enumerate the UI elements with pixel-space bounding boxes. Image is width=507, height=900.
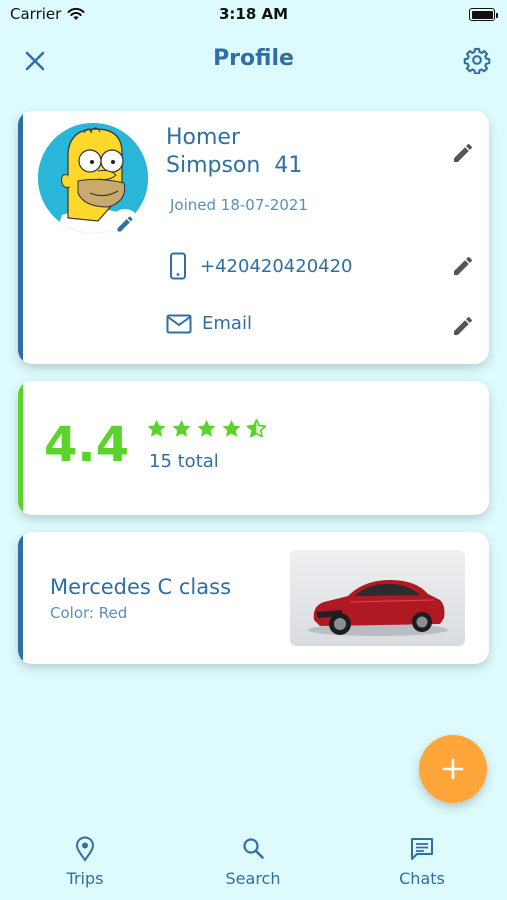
nav-label-trips: Trips — [66, 869, 104, 888]
pencil-icon — [117, 216, 133, 232]
car-name: Mercedes C class — [50, 575, 232, 599]
car-card[interactable]: Mercedes C class Color: Red — [18, 532, 489, 664]
car-image — [290, 550, 465, 646]
add-button[interactable] — [419, 735, 487, 803]
email-label: Email — [202, 313, 252, 334]
phone-number: +420420420420 — [200, 255, 353, 277]
nav-item-search[interactable]: Search — [193, 836, 313, 888]
rating-card[interactable]: 4.4 15 total — [18, 381, 489, 515]
rating-total: 15 total — [149, 451, 219, 472]
status-bar: Carrier 3:18 AM — [0, 0, 507, 30]
rating-value: 4.4 — [44, 417, 130, 473]
star-rating — [145, 418, 268, 440]
search-icon — [243, 838, 264, 859]
nav-label-chats: Chats — [399, 869, 445, 888]
gear-icon — [463, 47, 491, 75]
battery-icon — [469, 8, 498, 21]
star-icon — [222, 419, 241, 437]
age: 41 — [274, 153, 303, 178]
edit-phone-button[interactable] — [451, 254, 475, 278]
pencil-icon — [454, 144, 472, 162]
star-icon — [197, 419, 216, 437]
bottom-nav: Trips Search Chats — [0, 830, 507, 900]
mail-icon — [166, 314, 192, 333]
settings-button[interactable] — [463, 46, 491, 75]
nav-label-search: Search — [225, 869, 281, 888]
pencil-icon — [454, 317, 472, 335]
nav-item-trips[interactable]: Trips — [25, 836, 145, 888]
status-time: 3:18 AM — [218, 5, 289, 23]
joined-date: Joined 18-07-2021 — [170, 196, 308, 214]
first-name: Homer — [166, 125, 241, 150]
car-color: Color: Red — [50, 604, 128, 622]
phone-icon — [170, 252, 186, 280]
email-row: Email — [166, 313, 252, 334]
header: Profile — [0, 40, 507, 80]
nav-item-chats[interactable]: Chats — [362, 836, 482, 888]
last-name: Simpson — [166, 153, 261, 178]
avatar-edit-button[interactable] — [110, 209, 140, 239]
location-pin-icon — [75, 836, 95, 862]
last-name-row: Simpson 41 — [166, 153, 302, 178]
pencil-icon — [454, 257, 472, 275]
edit-name-button[interactable] — [451, 141, 475, 165]
star-icon — [172, 419, 191, 437]
edit-email-button[interactable] — [451, 314, 475, 338]
page-title: Profile — [213, 46, 294, 71]
phone-row: +420420420420 — [166, 252, 353, 280]
profile-card: Homer Simpson 41 Joined 18-07-2021 +42042… — [18, 111, 489, 364]
chat-icon — [411, 838, 433, 860]
star-half-icon — [246, 419, 267, 438]
plus-icon — [442, 758, 464, 780]
star-icon — [147, 419, 166, 437]
